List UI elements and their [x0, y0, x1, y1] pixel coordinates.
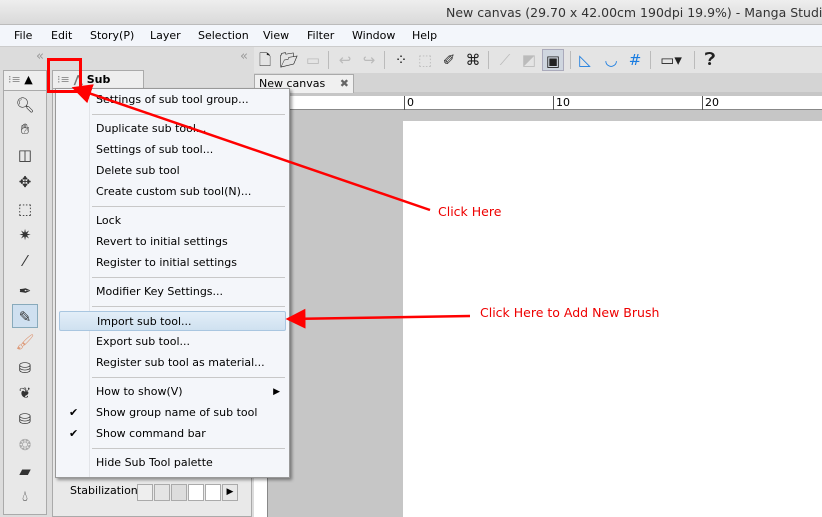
annotation-add-brush: Click Here to Add New Brush [480, 305, 660, 320]
arrow-to-menu-button [71, 84, 431, 212]
arrow-to-import [285, 308, 471, 329]
annotation-arrows [71, 84, 471, 329]
annotation-click-here: Click Here [438, 204, 502, 219]
